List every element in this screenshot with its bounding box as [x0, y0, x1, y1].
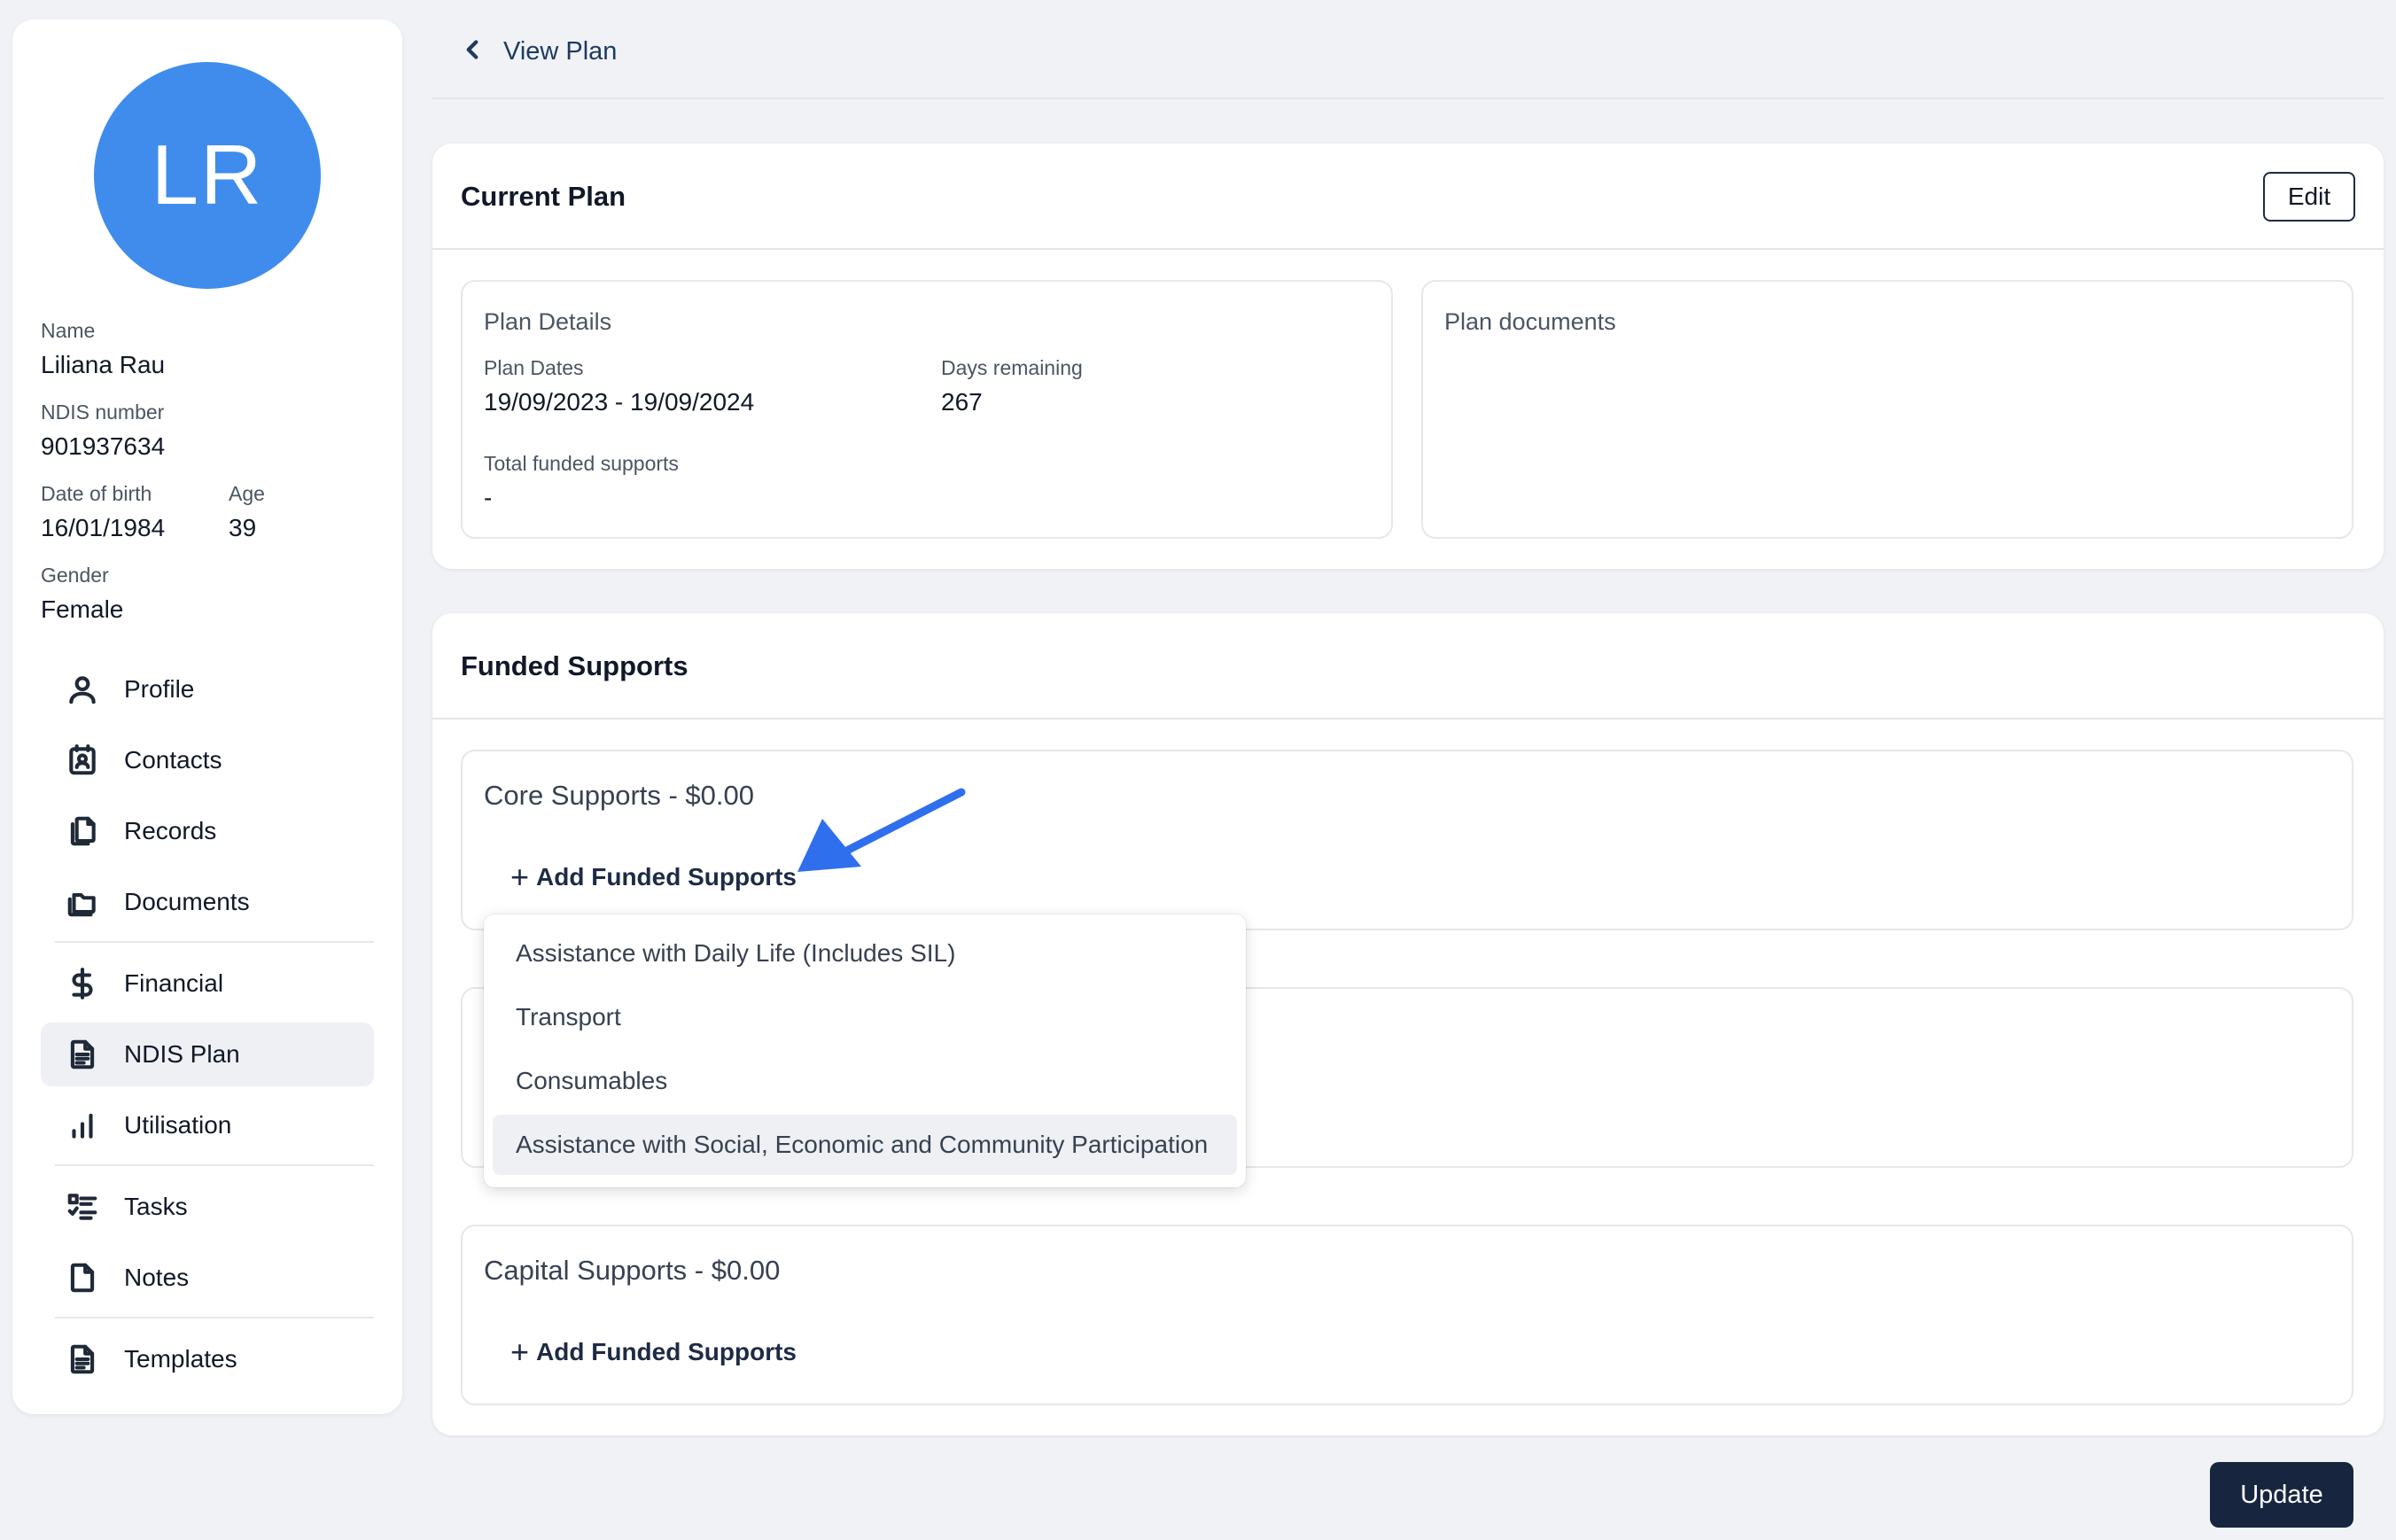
- nav-item-documents[interactable]: Documents: [41, 870, 374, 934]
- funded-supports-dropdown: Assistance with Daily Life (Includes SIL…: [484, 914, 1246, 1187]
- nav-item-label: Tasks: [124, 1193, 188, 1220]
- dropdown-option-daily-life[interactable]: Assistance with Daily Life (Includes SIL…: [493, 923, 1237, 984]
- core-supports-title: Core Supports - $0.00: [484, 780, 755, 811]
- nav-item-label: Documents: [124, 888, 250, 915]
- back-link[interactable]: View Plan: [457, 28, 617, 74]
- age-label: Age: [229, 482, 265, 505]
- card-divider: [432, 718, 2384, 719]
- header-divider: [432, 97, 2384, 99]
- plan-dates-label: Plan Dates: [484, 356, 584, 379]
- plan-documents-title: Plan documents: [1444, 308, 1616, 335]
- plan-details-title: Plan Details: [484, 308, 612, 335]
- core-supports-panel: Core Supports - $0.00 + Add Funded Suppo…: [461, 750, 2353, 930]
- plan-details-panel: Plan Details Plan Dates 19/09/2023 - 19/…: [461, 280, 1393, 539]
- contacts-icon: [66, 743, 99, 777]
- plan-dates-value: 19/09/2023 - 19/09/2024: [484, 388, 755, 416]
- dollar-icon: [66, 967, 99, 1000]
- annotation-arrow-icon: [797, 788, 966, 872]
- nav-item-financial[interactable]: Financial: [41, 952, 374, 1015]
- current-plan-title: Current Plan: [461, 181, 626, 212]
- note-icon: [66, 1261, 99, 1295]
- dropdown-option-social-participation[interactable]: Assistance with Social, Economic and Com…: [493, 1115, 1237, 1175]
- chevron-left-icon: [457, 35, 487, 69]
- dropdown-option-consumables[interactable]: Consumables: [493, 1051, 1237, 1111]
- total-funded-value: -: [484, 484, 493, 511]
- records-icon: [66, 814, 99, 848]
- profile-sidebar: LR Name Liliana Rau NDIS number 90193763…: [12, 19, 402, 1414]
- nav-item-notes[interactable]: Notes: [41, 1246, 374, 1310]
- name-label: Name: [41, 319, 96, 342]
- funded-supports-title: Funded Supports: [461, 650, 688, 681]
- dropdown-option-transport[interactable]: Transport: [493, 987, 1237, 1047]
- nav-item-label: Notes: [124, 1264, 190, 1291]
- add-capital-supports-link[interactable]: + Add Funded Supports: [510, 1333, 797, 1372]
- nav-item-profile[interactable]: Profile: [41, 657, 374, 721]
- age-value: 39: [229, 514, 257, 541]
- ndis-number-label: NDIS number: [41, 401, 165, 424]
- nav-item-ndis-plan[interactable]: NDIS Plan: [41, 1023, 374, 1086]
- add-core-supports-link[interactable]: + Add Funded Supports: [510, 858, 797, 897]
- gender-value: Female: [41, 595, 124, 623]
- edit-button[interactable]: Edit: [2263, 172, 2355, 222]
- name-value: Liliana Rau: [41, 351, 166, 378]
- dob-value: 16/01/1984: [41, 514, 166, 541]
- add-funded-supports-label: Add Funded Supports: [536, 1338, 797, 1365]
- nav-item-label: NDIS Plan: [124, 1040, 240, 1068]
- nav-item-label: Templates: [124, 1345, 237, 1373]
- current-plan-card: Current Plan Edit Plan Details Plan Date…: [432, 144, 2384, 569]
- days-remaining-value: 267: [941, 388, 983, 416]
- nav-item-utilisation[interactable]: Utilisation: [41, 1093, 374, 1157]
- gender-label: Gender: [41, 564, 109, 587]
- nav-item-contacts[interactable]: Contacts: [41, 728, 374, 792]
- plus-icon: +: [510, 859, 530, 895]
- days-remaining-label: Days remaining: [941, 356, 1083, 379]
- capital-supports-title: Capital Supports - $0.00: [484, 1255, 781, 1286]
- nav-item-templates[interactable]: Templates: [41, 1327, 374, 1391]
- bar-chart-icon: [66, 1108, 99, 1142]
- checklist-icon: [66, 1190, 99, 1224]
- update-button[interactable]: Update: [2210, 1462, 2353, 1528]
- nav-item-tasks[interactable]: Tasks: [41, 1175, 374, 1239]
- add-funded-supports-label: Add Funded Supports: [536, 863, 797, 891]
- avatar: LR: [94, 62, 321, 289]
- total-funded-label: Total funded supports: [484, 452, 679, 475]
- nav-item-label: Profile: [124, 675, 195, 703]
- nav-divider: [55, 941, 374, 943]
- capital-supports-panel: Capital Supports - $0.00 + Add Funded Su…: [461, 1225, 2353, 1405]
- document-icon: [66, 1038, 99, 1071]
- card-divider: [432, 248, 2384, 250]
- person-icon: [66, 673, 99, 706]
- nav-item-records[interactable]: Records: [41, 799, 374, 863]
- dob-label: Date of birth: [41, 482, 152, 505]
- nav-item-label: Contacts: [124, 746, 222, 774]
- nav-divider: [55, 1317, 374, 1318]
- nav-item-label: Records: [124, 817, 217, 844]
- nav-item-label: Financial: [124, 969, 224, 997]
- ndis-number-value: 901937634: [41, 432, 166, 460]
- folder-icon: [66, 885, 99, 919]
- nav-item-label: Utilisation: [124, 1111, 232, 1139]
- nav-divider: [55, 1164, 374, 1166]
- plus-icon: +: [510, 1334, 530, 1370]
- template-icon: [66, 1342, 99, 1376]
- plan-documents-panel: Plan documents: [1421, 280, 2353, 539]
- back-link-label: View Plan: [503, 36, 618, 66]
